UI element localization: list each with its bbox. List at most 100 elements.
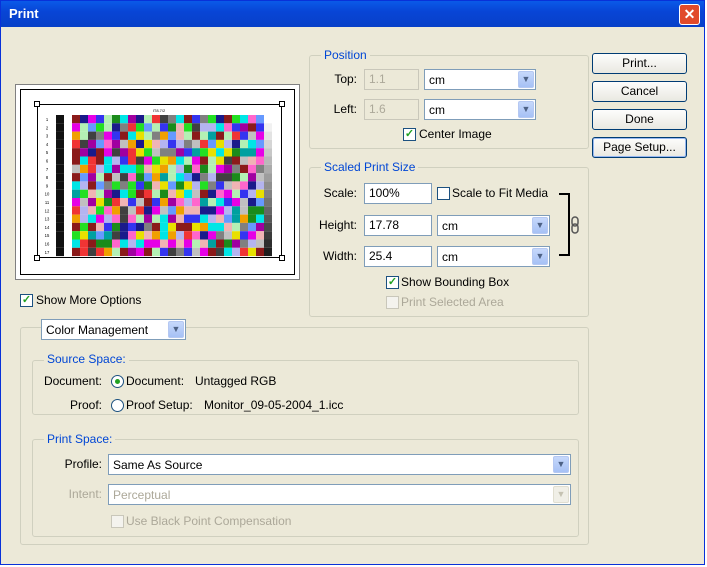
color-patch — [104, 173, 112, 182]
title-bar[interactable]: Print ✕ — [1, 1, 704, 27]
intent-label: Intent: — [68, 487, 102, 501]
color-patch — [184, 206, 192, 215]
color-patch — [168, 123, 176, 132]
dialog-body: IT8.7/21234567891011121314151617ABCDEFGH… — [5, 27, 700, 560]
color-patch — [80, 115, 88, 124]
color-patch — [240, 115, 248, 124]
bounding-handle[interactable] — [34, 255, 40, 261]
done-button[interactable]: Done — [592, 109, 687, 130]
show-more-options-checkbox[interactable]: ✓ — [20, 294, 33, 307]
color-patch — [208, 189, 216, 198]
intent-select[interactable]: Perceptual ▼ — [108, 484, 571, 505]
color-patch — [72, 164, 80, 174]
color-patch — [56, 222, 64, 232]
scale-input[interactable]: 100% — [364, 183, 432, 204]
center-image-checkbox[interactable]: ✓ — [403, 128, 416, 141]
color-patch — [112, 231, 120, 240]
bounding-handle[interactable] — [34, 101, 40, 107]
row-label: 13 — [45, 217, 50, 222]
row-label: 8 — [46, 175, 49, 180]
color-patch — [200, 148, 208, 157]
color-patch — [160, 231, 168, 240]
color-patch — [120, 206, 128, 215]
row-label: 17 — [45, 250, 50, 255]
position-group-title: Position — [321, 48, 370, 62]
height-unit-value: cm — [442, 219, 458, 233]
scale-label: Scale: — [323, 186, 357, 200]
chevron-down-icon[interactable]: ▼ — [518, 101, 534, 118]
color-patch — [208, 156, 216, 165]
bounding-handle[interactable] — [279, 101, 285, 107]
top-unit-select[interactable]: cm ▼ — [424, 69, 536, 90]
scale-to-fit-checkbox[interactable] — [437, 187, 450, 200]
color-patch — [256, 198, 264, 207]
chevron-down-icon[interactable]: ▼ — [532, 217, 548, 234]
color-patch — [112, 189, 120, 198]
color-patch — [160, 164, 168, 174]
color-patch — [208, 222, 216, 232]
color-patch — [64, 173, 72, 182]
link-icon[interactable] — [557, 193, 583, 257]
color-patch — [192, 123, 200, 132]
chevron-down-icon[interactable]: ▼ — [553, 456, 569, 473]
color-patch — [208, 139, 216, 149]
bounding-handle[interactable] — [279, 255, 285, 261]
color-patch — [64, 123, 72, 132]
show-bounding-box-checkbox[interactable]: ✓ — [386, 276, 399, 289]
color-patch — [192, 247, 200, 257]
height-input[interactable]: 17.78 — [364, 215, 432, 236]
color-patch — [64, 139, 72, 149]
proof-setup-radio[interactable] — [111, 399, 124, 412]
profile-select[interactable]: Same As Source ▼ — [108, 454, 571, 475]
left-input[interactable]: 1.6 — [364, 99, 419, 120]
width-unit-value: cm — [442, 250, 458, 264]
width-unit-select[interactable]: cm ▼ — [437, 246, 550, 267]
options-type-select[interactable]: Color Management ▼ — [41, 319, 186, 340]
color-patch — [120, 247, 128, 257]
color-patch — [176, 214, 184, 223]
chevron-down-icon[interactable]: ▼ — [553, 486, 569, 503]
chevron-down-icon[interactable]: ▼ — [518, 71, 534, 88]
color-patch — [64, 148, 72, 157]
document-radio[interactable] — [111, 375, 124, 388]
close-icon[interactable]: ✕ — [679, 4, 700, 25]
black-point-compensation-label: Use Black Point Compensation — [126, 514, 292, 528]
left-unit-select[interactable]: cm ▼ — [424, 99, 536, 120]
color-patch — [160, 156, 168, 165]
color-patch — [88, 206, 96, 215]
preview-image[interactable]: IT8.7/21234567891011121314151617ABCDEFGH… — [37, 104, 282, 263]
cancel-button[interactable]: Cancel — [592, 81, 687, 102]
color-patch — [104, 123, 112, 132]
height-unit-select[interactable]: cm ▼ — [437, 215, 550, 236]
width-input[interactable]: 25.4 — [364, 246, 432, 267]
color-patch — [112, 123, 120, 132]
print-selected-area-checkbox[interactable] — [386, 296, 399, 309]
color-patch — [232, 148, 240, 157]
chevron-down-icon[interactable]: ▼ — [168, 321, 184, 338]
print-button[interactable]: Print... — [592, 53, 687, 74]
color-patch — [112, 222, 120, 232]
color-patch — [184, 231, 192, 240]
color-target-image: IT8.7/21234567891011121314151617ABCDEFGH… — [45, 108, 272, 263]
color-patch — [80, 247, 88, 257]
color-patch — [176, 131, 184, 140]
black-point-compensation-checkbox[interactable] — [111, 515, 124, 528]
chevron-down-icon[interactable]: ▼ — [532, 248, 548, 265]
color-patch — [256, 231, 264, 240]
color-patch — [160, 139, 168, 149]
color-patch — [224, 115, 232, 124]
color-patch — [104, 181, 112, 190]
color-patch — [264, 198, 272, 207]
page-setup-button[interactable]: Page Setup... — [592, 137, 687, 158]
color-patch — [64, 247, 72, 257]
top-input[interactable]: 1.1 — [364, 69, 419, 90]
color-patch — [232, 189, 240, 198]
color-patch — [64, 239, 72, 248]
color-patch — [208, 239, 216, 248]
color-patch — [104, 206, 112, 215]
color-patch — [168, 247, 176, 257]
color-patch — [168, 239, 176, 248]
color-patch — [144, 247, 152, 257]
color-patch — [200, 164, 208, 174]
color-patch — [256, 148, 264, 157]
